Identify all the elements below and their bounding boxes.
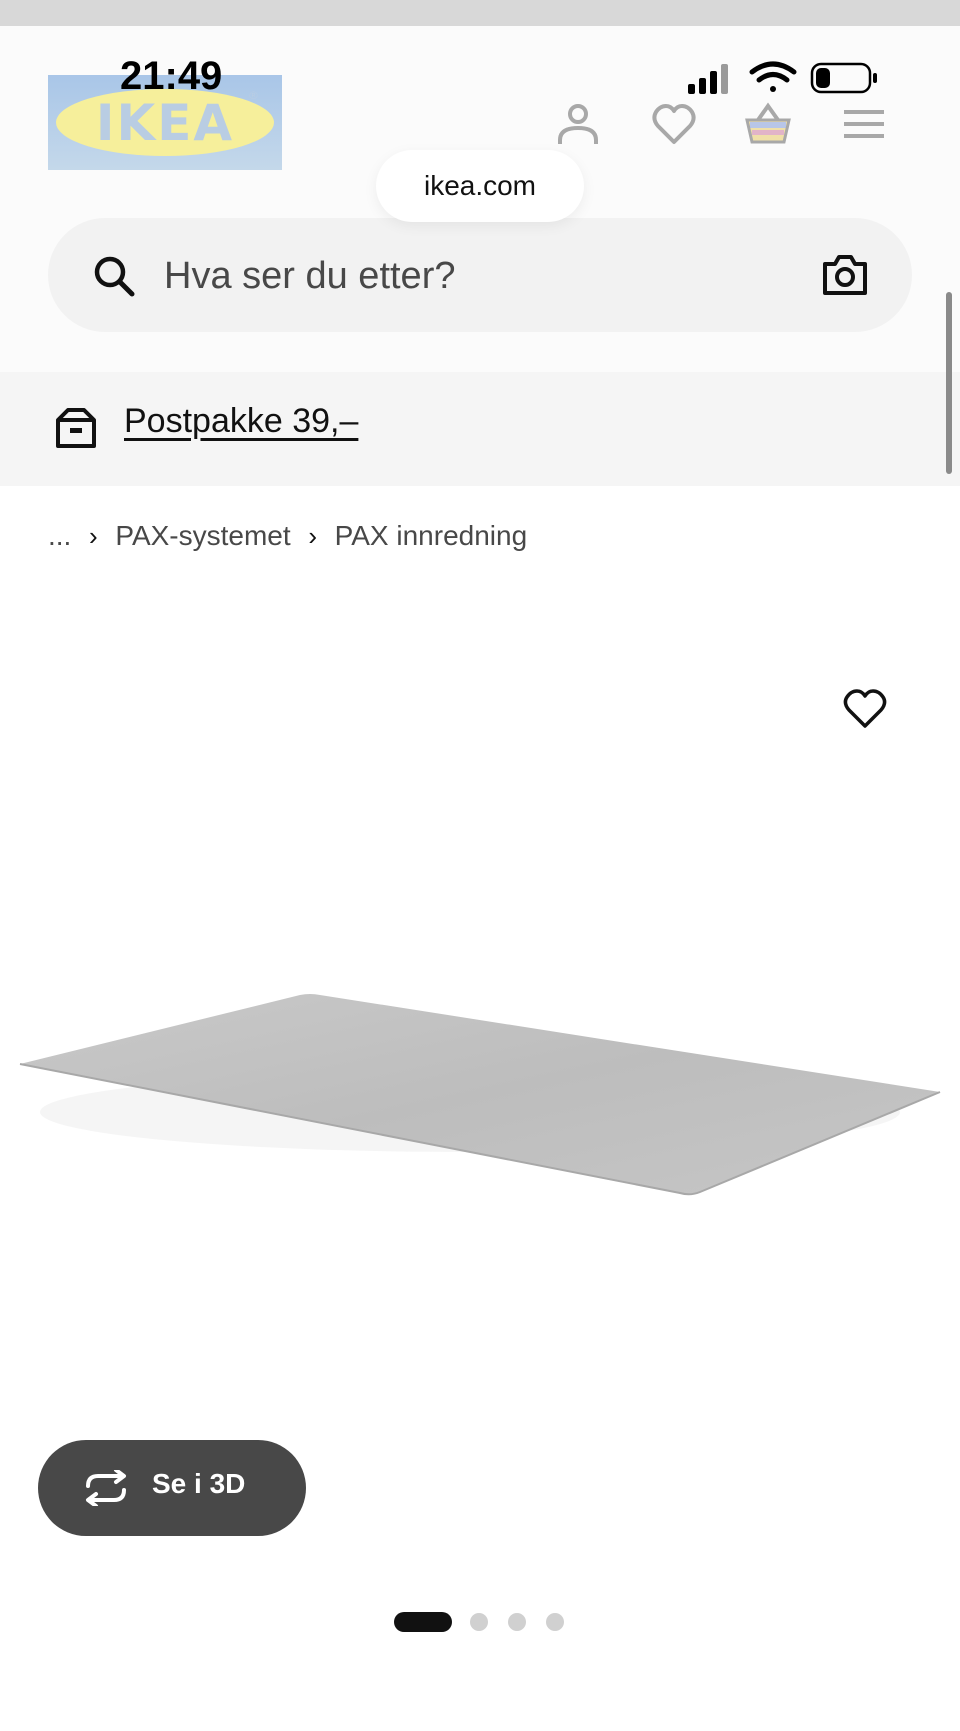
breadcrumb-ellipsis[interactable]: ... bbox=[48, 520, 71, 552]
battery-icon bbox=[810, 62, 877, 94]
search-icon[interactable] bbox=[92, 254, 136, 298]
view-3d-button[interactable]: Se i 3D bbox=[38, 1440, 306, 1536]
rotate-3d-icon bbox=[86, 1470, 126, 1506]
product-page: IKEA ® 21:49 Hva ser du etter? ikea.com … bbox=[0, 0, 960, 1731]
signal-icon bbox=[688, 64, 728, 94]
browser-top-strip bbox=[0, 0, 960, 26]
chevron-right-icon: › bbox=[308, 520, 317, 551]
pagination-dot-4[interactable] bbox=[546, 1613, 564, 1631]
menu-icon[interactable] bbox=[840, 100, 888, 148]
pagination-dot-3[interactable] bbox=[508, 1613, 526, 1631]
pagination-dot-1[interactable] bbox=[394, 1612, 452, 1632]
logo-text: IKEA bbox=[95, 94, 235, 152]
breadcrumb-pax-interior[interactable]: PAX innredning bbox=[335, 520, 528, 552]
delivery-link[interactable]: Postpakke 39,– bbox=[124, 402, 358, 441]
profile-icon[interactable] bbox=[554, 100, 602, 148]
basket-icon[interactable] bbox=[744, 100, 792, 148]
url-pill[interactable]: ikea.com bbox=[376, 150, 584, 222]
logo-registered-mark: ® bbox=[248, 89, 259, 102]
camera-icon[interactable] bbox=[822, 254, 868, 296]
wifi-icon bbox=[749, 61, 797, 92]
image-pagination bbox=[394, 1612, 574, 1632]
search-bar[interactable] bbox=[48, 218, 912, 332]
product-image[interactable] bbox=[0, 960, 960, 1220]
breadcrumb-pax-system[interactable]: PAX-systemet bbox=[115, 520, 290, 552]
view-3d-label: Se i 3D bbox=[152, 1468, 246, 1499]
parcel-icon bbox=[56, 408, 96, 448]
page-scrollbar[interactable] bbox=[946, 292, 952, 474]
favourite-heart-icon[interactable] bbox=[842, 688, 888, 730]
search-input[interactable] bbox=[162, 248, 766, 304]
breadcrumb: ... › PAX-systemet › PAX innredning bbox=[48, 516, 527, 556]
pagination-dot-2[interactable] bbox=[470, 1613, 488, 1631]
status-time: 21:49 bbox=[120, 54, 223, 98]
heart-icon[interactable] bbox=[650, 100, 698, 148]
status-icons bbox=[688, 61, 877, 94]
chevron-right-icon: › bbox=[89, 520, 98, 551]
delivery-banner: Postpakke 39,– bbox=[0, 372, 960, 486]
